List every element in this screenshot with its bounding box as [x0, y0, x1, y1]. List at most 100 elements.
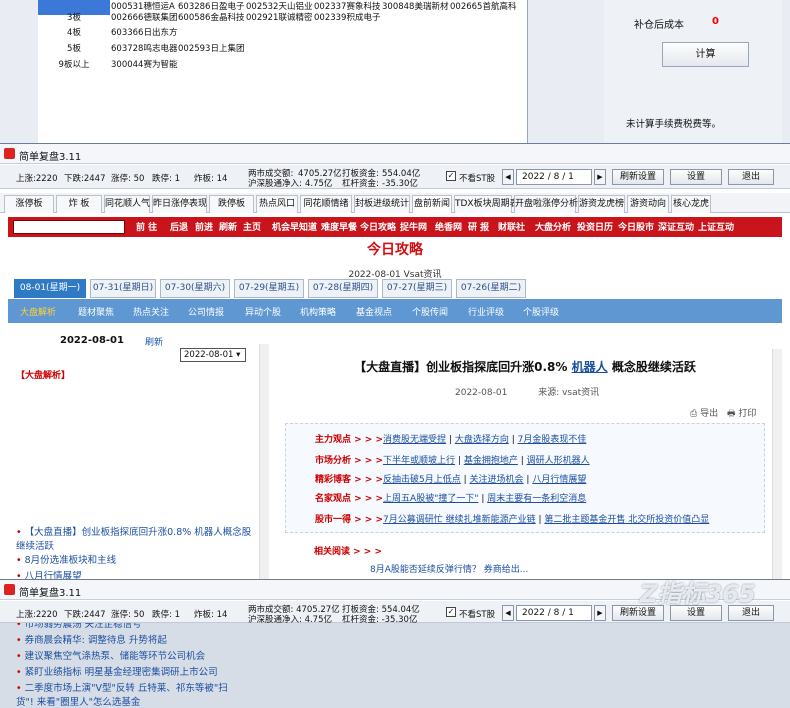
- category-link[interactable]: 个股评级: [523, 305, 559, 318]
- nav-link[interactable]: 研 报: [468, 220, 489, 233]
- address-input[interactable]: [13, 220, 125, 234]
- article-link[interactable]: 基金拥抱地产: [464, 456, 518, 466]
- nav-link[interactable]: 深证互动: [658, 220, 694, 233]
- date-tab[interactable]: 07-28(星期四): [308, 279, 378, 298]
- list-item-text[interactable]: 【大盘直播】创业板指探底回升涨0.8% 机器人概念股: [25, 527, 252, 538]
- title-keyword-link[interactable]: 机器人: [572, 360, 608, 374]
- list-item-text[interactable]: 货"! 来看"圈里人"怎么选基金: [16, 697, 140, 708]
- date-tab[interactable]: 07-29(星期五): [234, 279, 304, 298]
- left-scrollbar[interactable]: [259, 344, 269, 580]
- tab-8[interactable]: 盘前新闻: [412, 195, 452, 213]
- article-link[interactable]: 上周五A股被"撞了一下": [383, 494, 478, 504]
- category-link[interactable]: 行业评级: [468, 305, 504, 318]
- next-arrow-icon[interactable]: ▶: [594, 169, 606, 185]
- category-link[interactable]: 公司情报: [188, 305, 224, 318]
- date-tab[interactable]: 08-01(星期一): [14, 279, 86, 298]
- date-tab[interactable]: 07-30(星期六): [160, 279, 230, 298]
- list-item[interactable]: • 建议聚焦空气涤热泵、储能等环节公司机会: [16, 648, 205, 662]
- no-st-checkbox[interactable]: ✓: [446, 171, 456, 181]
- article-link[interactable]: 周末主要有一条利空消息: [487, 494, 586, 504]
- nav-link[interactable]: 难度早餐: [321, 220, 357, 233]
- nav-link[interactable]: 主页: [243, 220, 261, 233]
- list-item-text[interactable]: 二季度市场上演"V型"反转 丘特莱、祁东等被"扫: [25, 683, 228, 694]
- calculate-button[interactable]: 计算: [662, 42, 749, 67]
- list-item-text[interactable]: 建议聚焦空气涤热泵、储能等环节公司机会: [25, 651, 206, 662]
- related-article-link[interactable]: 8月A股能否延续反弹行情？ 券商给出...: [370, 562, 528, 575]
- list-item[interactable]: 货"! 来看"圈里人"怎么选基金: [16, 694, 140, 708]
- category-link[interactable]: 机构策略: [300, 305, 336, 318]
- date-picker[interactable]: 2022 / 8 / 1: [516, 169, 592, 185]
- right-scrollbar[interactable]: [772, 349, 782, 580]
- list-item-text[interactable]: 券商晨会精华: 调整待息 升势将起: [25, 635, 167, 646]
- nav-link[interactable]: 机会早知道: [272, 220, 317, 233]
- list-item[interactable]: • 券商晨会精华: 调整待息 升势将起: [16, 632, 167, 646]
- list-item-text[interactable]: 紧盯业绩指标 明星基金经理密集调研上市公司: [25, 667, 218, 678]
- article-link[interactable]: 7月金股表现不佳: [518, 435, 587, 445]
- list-item-text[interactable]: 8月份选准板块和主线: [25, 555, 117, 566]
- nav-link[interactable]: 财联社: [498, 220, 525, 233]
- date-tab[interactable]: 07-31(星期日): [90, 279, 156, 298]
- prev-arrow-icon[interactable]: ◀: [502, 169, 514, 185]
- tab-4[interactable]: 跌停板: [209, 195, 254, 213]
- list-item[interactable]: 继续活跃: [16, 538, 54, 552]
- nav-link[interactable]: 刷新: [219, 220, 237, 233]
- refresh-settings-button[interactable]: 刷新设置: [612, 169, 664, 185]
- print-icon[interactable]: 🖶: [727, 409, 736, 419]
- list-item[interactable]: • 【大盘直播】创业板指探底回升涨0.8% 机器人概念股: [16, 524, 251, 538]
- category-link[interactable]: 基金视点: [356, 305, 392, 318]
- refresh-link[interactable]: 刷新: [145, 335, 163, 348]
- tab-9[interactable]: TDX板块周期表: [454, 195, 519, 213]
- tab-13[interactable]: 核心龙虎: [671, 195, 711, 213]
- tab-10[interactable]: 开盘啦涨停分析: [514, 195, 578, 213]
- nav-link[interactable]: 大盘分析: [535, 220, 571, 233]
- export-link[interactable]: 导出: [700, 409, 718, 419]
- tab-12[interactable]: 游资动向: [627, 195, 669, 213]
- article-link[interactable]: 反抽击破5月上低点: [383, 475, 461, 485]
- exit-button[interactable]: 退出: [728, 169, 774, 185]
- category-link[interactable]: 题材聚焦: [78, 305, 114, 318]
- nav-link[interactable]: 绝香网: [435, 220, 462, 233]
- table-row[interactable]: 4板 603366日出东方: [38, 26, 528, 41]
- list-item-text[interactable]: 继续活跃: [16, 541, 54, 552]
- article-link[interactable]: 下半年或顺坡上行: [383, 456, 455, 466]
- prev-arrow-icon[interactable]: ◀: [502, 605, 514, 621]
- stock-cell[interactable]: 002666德联集团: [111, 11, 177, 26]
- category-link[interactable]: 个股传闻: [412, 305, 448, 318]
- category-link[interactable]: 异动个股: [245, 305, 281, 318]
- article-link[interactable]: 第二批主题基金开售 北交所投资价值凸显: [544, 515, 709, 525]
- stock-cell[interactable]: 002593日上集团: [178, 42, 244, 57]
- tab-3[interactable]: 昨日涨停表现: [152, 195, 207, 213]
- list-item[interactable]: • 二季度市场上演"V型"反转 丘特莱、祁东等被"扫: [16, 680, 228, 694]
- list-item[interactable]: • 紧盯业绩指标 明星基金经理密集调研上市公司: [16, 664, 218, 678]
- table-row[interactable]: 5板 603728鸣志电器 002593日上集团: [38, 42, 528, 57]
- nav-link[interactable]: 投资日历: [577, 220, 613, 233]
- nav-link[interactable]: 今日股市: [618, 220, 654, 233]
- stock-cell[interactable]: 002921联诚精密: [246, 11, 312, 26]
- tab-7[interactable]: 封板进级统计: [354, 195, 410, 213]
- stock-cell[interactable]: 002339积成电子: [314, 11, 380, 26]
- no-st-checkbox[interactable]: ✓: [446, 607, 456, 617]
- category-link[interactable]: 热点关注: [133, 305, 169, 318]
- category-link[interactable]: 大盘解析: [20, 305, 56, 318]
- tab-11[interactable]: 游资龙虎榜: [578, 195, 625, 213]
- article-link[interactable]: 八月行情展望: [532, 475, 586, 485]
- date-select[interactable]: 2022-08-01 ▾: [180, 348, 246, 362]
- tab-6[interactable]: 同花顺情绪: [300, 195, 352, 213]
- nav-link[interactable]: 后退: [170, 220, 188, 233]
- nav-link[interactable]: 捉牛网: [400, 220, 427, 233]
- date-tab[interactable]: 07-27(星期三): [382, 279, 452, 298]
- date-tab[interactable]: 07-26(星期二): [456, 279, 526, 298]
- export-icon[interactable]: ⎙: [690, 409, 697, 419]
- article-link[interactable]: 7月公募调研忙 继续扎堆新能源产业链: [383, 515, 536, 525]
- nav-link[interactable]: 前 往: [136, 220, 157, 233]
- tab-1[interactable]: 炸 板: [56, 195, 102, 213]
- stock-cell[interactable]: 603728鸣志电器: [111, 42, 177, 57]
- table-row[interactable]: 3板 002666德联集团 600586金晶科技 002921联诚精密 0023…: [38, 11, 528, 26]
- nav-link[interactable]: 上证互动: [698, 220, 734, 233]
- tab-0[interactable]: 涨停板: [4, 195, 54, 213]
- next-arrow-icon[interactable]: ▶: [594, 605, 606, 621]
- tab-2[interactable]: 同花顺人气: [104, 195, 150, 213]
- settings-button[interactable]: 设置: [670, 169, 722, 185]
- article-link[interactable]: 大盘选择方向: [455, 435, 509, 445]
- list-item[interactable]: • 8月份选准板块和主线: [16, 552, 116, 566]
